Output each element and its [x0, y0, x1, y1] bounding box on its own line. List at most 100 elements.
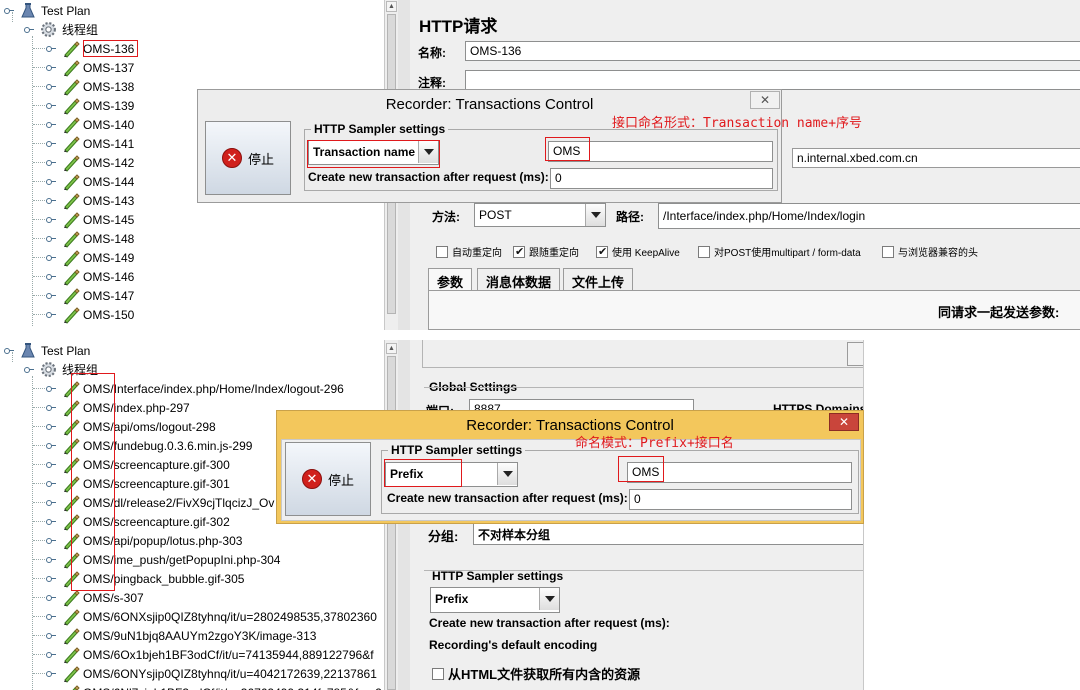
- tree-item[interactable]: OMS-145: [46, 210, 134, 229]
- expand-toggle-icon[interactable]: [46, 403, 60, 413]
- stop-button[interactable]: ✕ 停止: [285, 442, 371, 516]
- tree-root-row[interactable]: Test Plan: [4, 1, 90, 20]
- checkbox-multipart-box[interactable]: [698, 245, 710, 258]
- checkbox-fetch-resources[interactable]: 从HTML文件获取所有内含的资源: [432, 664, 640, 683]
- tree-item[interactable]: OMS-141: [46, 134, 134, 153]
- checkbox-fetch-resources-box[interactable]: [432, 667, 444, 680]
- expand-toggle-icon[interactable]: [46, 234, 60, 244]
- http-sampler-icon: [64, 59, 80, 77]
- expand-toggle-icon[interactable]: [46, 82, 60, 92]
- expand-toggle-icon[interactable]: [46, 650, 60, 660]
- name-field[interactable]: OMS-136: [465, 41, 1080, 61]
- http-sampler-icon: [64, 627, 80, 645]
- checkbox-follow-redirect[interactable]: 跟随重定向: [513, 244, 579, 259]
- checkbox-browser-headers-box[interactable]: [882, 245, 894, 258]
- tree-item[interactable]: OMS-138: [46, 77, 134, 96]
- tree-item[interactable]: OMS-140: [46, 115, 134, 134]
- sampler-prefix-select[interactable]: Prefix: [430, 587, 560, 613]
- expand-toggle-icon[interactable]: [46, 44, 60, 54]
- expand-toggle-icon[interactable]: [46, 177, 60, 187]
- tree-item[interactable]: OMS-144: [46, 172, 134, 191]
- tree-group-row[interactable]: 线程组: [24, 20, 98, 39]
- expand-toggle-icon[interactable]: [46, 517, 60, 527]
- chevron-down-icon[interactable]: [539, 588, 559, 610]
- expand-toggle-icon[interactable]: [46, 63, 60, 73]
- tree-item-label: OMS/6Ox1bjeh1BF3odCf/it/u=74135944,88912…: [83, 647, 374, 662]
- expand-toggle-icon[interactable]: [46, 593, 60, 603]
- scroll-up-icon[interactable]: ▲: [386, 343, 397, 354]
- tree-item-label: OMS/6ONXsjip0QIZ8tyhnq/it/u=2802498535,3…: [83, 609, 377, 624]
- chevron-down-icon[interactable]: [497, 463, 517, 485]
- tree-item[interactable]: OMS/9uN1bjq8AAUYm2zgoY3K/image-313: [46, 626, 316, 645]
- tree-item[interactable]: OMS-143: [46, 191, 134, 210]
- tree-item[interactable]: OMS-148: [46, 229, 134, 248]
- expand-toggle-icon[interactable]: [46, 536, 60, 546]
- expand-toggle-icon[interactable]: [46, 422, 60, 432]
- tab-params[interactable]: 参数: [428, 268, 473, 290]
- checkbox-keepalive[interactable]: 使用 KeepAlive: [596, 244, 680, 259]
- create-transaction-field[interactable]: 0: [629, 489, 852, 510]
- expand-toggle-icon[interactable]: [46, 139, 60, 149]
- close-button[interactable]: ✕: [750, 91, 780, 109]
- expand-toggle-icon[interactable]: [46, 631, 60, 641]
- expand-toggle-icon[interactable]: [46, 441, 60, 451]
- tree-item[interactable]: OMS/6Ox1bjeh1BF3odCf/it/u=74135944,88912…: [46, 645, 374, 664]
- expand-toggle-icon[interactable]: [46, 555, 60, 565]
- tree-item[interactable]: OMS-147: [46, 286, 134, 305]
- grouping-select[interactable]: 不对样本分组: [473, 521, 863, 545]
- collapse-toggle-icon[interactable]: [4, 6, 18, 16]
- path-field[interactable]: /Interface/index.php/Home/Index/login: [658, 203, 1080, 229]
- page-title: HTTP请求: [419, 17, 498, 36]
- checkbox-keepalive-box[interactable]: [596, 245, 608, 258]
- scroll-up-icon[interactable]: ▲: [386, 1, 397, 12]
- expand-toggle-icon[interactable]: [46, 479, 60, 489]
- expand-toggle-icon[interactable]: [46, 460, 60, 470]
- tab-body-data[interactable]: 消息体数据: [477, 268, 561, 290]
- server-field[interactable]: n.internal.xbed.com.cn: [792, 148, 1080, 168]
- tab-file-upload[interactable]: 文件上传: [563, 268, 634, 290]
- expand-toggle-icon[interactable]: [46, 612, 60, 622]
- expand-toggle-icon[interactable]: [46, 120, 60, 130]
- tree-item[interactable]: OMS-142: [46, 153, 134, 172]
- tree-item[interactable]: OMS/6Nl7sjeh1BF3odCf/it/u=36762499,314fc…: [46, 683, 382, 690]
- close-button[interactable]: ✕: [829, 413, 859, 431]
- checkbox-auto-redirect[interactable]: 自动重定向: [436, 244, 502, 259]
- panel-button-fragment[interactable]: [847, 342, 863, 366]
- expand-toggle-icon[interactable]: [46, 310, 60, 320]
- method-select[interactable]: POST: [474, 203, 606, 227]
- expand-toggle-icon[interactable]: [46, 196, 60, 206]
- expand-toggle-icon[interactable]: [46, 272, 60, 282]
- expand-toggle-icon[interactable]: [46, 384, 60, 394]
- http-sampler-icon: [64, 268, 80, 286]
- comment-field[interactable]: [465, 70, 1080, 90]
- expand-toggle-icon[interactable]: [46, 669, 60, 679]
- checkbox-browser-headers[interactable]: 与浏览器兼容的头: [882, 244, 978, 259]
- create-transaction-field[interactable]: 0: [550, 168, 773, 189]
- gear-icon: [41, 22, 56, 37]
- tree-item[interactable]: OMS-150: [46, 305, 134, 324]
- tree-item[interactable]: OMS/6ONYsjip0QIZ8tyhnq/it/u=4042172639,2…: [46, 664, 377, 683]
- tree-item[interactable]: OMS/6ONXsjip0QIZ8tyhnq/it/u=2802498535,3…: [46, 607, 377, 626]
- tree-item[interactable]: OMS/index.php-297: [46, 398, 190, 417]
- expand-toggle-icon[interactable]: [46, 158, 60, 168]
- tree-item[interactable]: OMS-139: [46, 96, 134, 115]
- expand-toggle-icon[interactable]: [46, 498, 60, 508]
- stop-button[interactable]: ✕ 停止: [205, 121, 291, 195]
- tree-item[interactable]: OMS-149: [46, 248, 134, 267]
- collapse-toggle-icon[interactable]: [24, 25, 38, 35]
- expand-toggle-icon[interactable]: [46, 574, 60, 584]
- checkbox-follow-redirect-box[interactable]: [513, 245, 525, 258]
- tree-item[interactable]: OMS-146: [46, 267, 134, 286]
- tree-item[interactable]: OMS-137: [46, 58, 134, 77]
- chevron-down-icon[interactable]: [585, 204, 605, 226]
- tree-root-row[interactable]: Test Plan: [4, 341, 90, 360]
- expand-toggle-icon[interactable]: [46, 253, 60, 263]
- checkbox-multipart[interactable]: 对POST使用multipart / form-data: [698, 244, 861, 259]
- expand-toggle-icon[interactable]: [46, 215, 60, 225]
- checkbox-label: 使用 KeepAlive: [612, 248, 680, 259]
- checkbox-auto-redirect-box[interactable]: [436, 245, 448, 258]
- collapse-toggle-icon[interactable]: [4, 346, 18, 356]
- expand-toggle-icon[interactable]: [46, 291, 60, 301]
- expand-toggle-icon[interactable]: [46, 101, 60, 111]
- collapse-toggle-icon[interactable]: [24, 365, 38, 375]
